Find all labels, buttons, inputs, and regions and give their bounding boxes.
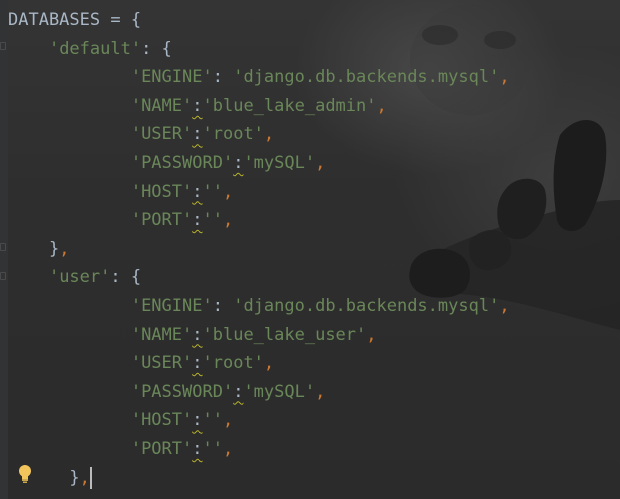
code-token: 'default' (48, 38, 142, 59)
code-line[interactable]: DATABASES = { (8, 6, 510, 35)
code-token-warning: : (233, 152, 244, 173)
code-token: DATABASES = { (8, 10, 142, 30)
fold-marker[interactable] (0, 272, 6, 280)
code-line[interactable]: 'USER':'root', (8, 120, 510, 149)
code-line[interactable]: 'USER':'root', (8, 349, 510, 378)
code-token: , (263, 124, 275, 145)
code-token-warning: : (192, 410, 203, 431)
code-token-warning: : (192, 124, 203, 145)
code-token: '' (202, 438, 223, 459)
code-token: 'django.db.backends.mysql' (233, 295, 500, 316)
code-line[interactable]: 'ENGINE': 'django.db.backends.mysql', (8, 292, 510, 321)
code-token: 'blue_lake_admin' (202, 95, 377, 116)
code-token: 'HOST' (130, 181, 193, 202)
code-token: , (499, 295, 510, 316)
code-token: , (315, 381, 326, 402)
code-token: , (222, 210, 234, 231)
code-editor[interactable]: DATABASES = { 'default': { 'ENGINE': 'dj… (0, 0, 620, 499)
code-token: '' (202, 181, 223, 202)
code-token: 'USER' (130, 353, 193, 374)
code-token: 'mySQL' (243, 381, 316, 402)
code-token-warning: : (192, 210, 203, 231)
code-line[interactable]: 'PORT':'', (8, 435, 510, 464)
code-line[interactable]: 'PASSWORD':'mySQL', (8, 378, 510, 407)
code-token: } (69, 467, 80, 488)
code-token: , (222, 438, 234, 459)
code-token: , (366, 324, 377, 345)
code-token: 'user' (48, 267, 111, 288)
code-line[interactable]: 'PASSWORD':'mySQL', (8, 149, 510, 178)
code-token: : { (110, 267, 142, 288)
code-token: : (212, 67, 234, 88)
code-token: 'ENGINE' (130, 67, 213, 88)
code-token: , (222, 181, 234, 202)
code-token: 'PORT' (130, 438, 193, 459)
code-token: , (315, 152, 326, 173)
code-token-warning: : (192, 353, 203, 374)
code-token: 'NAME' (130, 324, 193, 345)
text-caret (89, 466, 92, 489)
fold-marker[interactable] (0, 243, 6, 251)
code-token: , (222, 410, 234, 431)
code-line[interactable]: 'HOST':'', (8, 178, 510, 207)
code-token: , (263, 353, 275, 374)
code-token: , (59, 238, 70, 259)
code-lines[interactable]: DATABASES = { 'default': { 'ENGINE': 'dj… (8, 6, 510, 492)
code-token: 'USER' (130, 124, 193, 145)
code-line[interactable]: 'NAME':'blue_lake_admin', (8, 92, 510, 121)
fold-marker[interactable] (0, 42, 6, 50)
code-token: 'root' (202, 353, 264, 374)
code-token: } (48, 238, 60, 259)
code-token: '' (202, 210, 223, 231)
code-token-warning: : (192, 324, 203, 345)
code-token: 'mySQL' (243, 152, 316, 173)
code-token-warning: : (192, 181, 203, 202)
code-token: 'HOST' (130, 410, 193, 431)
code-token: 'NAME' (130, 95, 193, 116)
code-line[interactable]: }, (8, 464, 510, 493)
code-token: 'blue_lake_user' (202, 324, 367, 345)
code-token: : (212, 295, 234, 316)
code-token-warning: : (192, 95, 203, 116)
code-token: , (79, 467, 90, 488)
code-token: '' (202, 410, 223, 431)
code-line[interactable]: }, (8, 235, 510, 264)
code-token: 'PASSWORD' (130, 152, 234, 173)
code-line[interactable]: 'HOST':'', (8, 406, 510, 435)
code-token: 'PORT' (130, 210, 193, 231)
code-token: : { (141, 38, 172, 59)
code-line[interactable]: 'NAME':'blue_lake_user', (8, 321, 510, 350)
code-token-warning: : (233, 381, 244, 402)
code-line[interactable]: 'default': { (8, 35, 510, 64)
code-line[interactable]: 'PORT':'', (8, 206, 510, 235)
code-line[interactable]: 'user': { (8, 263, 510, 292)
code-token: 'root' (202, 124, 264, 145)
lightbulb-icon[interactable] (16, 464, 34, 484)
code-token: 'PASSWORD' (130, 381, 234, 402)
code-token-warning: : (192, 438, 203, 459)
code-token: , (499, 67, 510, 88)
code-token: 'django.db.backends.mysql' (233, 67, 500, 88)
code-token: , (376, 95, 387, 116)
code-line[interactable]: 'ENGINE': 'django.db.backends.mysql', (8, 63, 510, 92)
code-token: 'ENGINE' (130, 295, 213, 316)
